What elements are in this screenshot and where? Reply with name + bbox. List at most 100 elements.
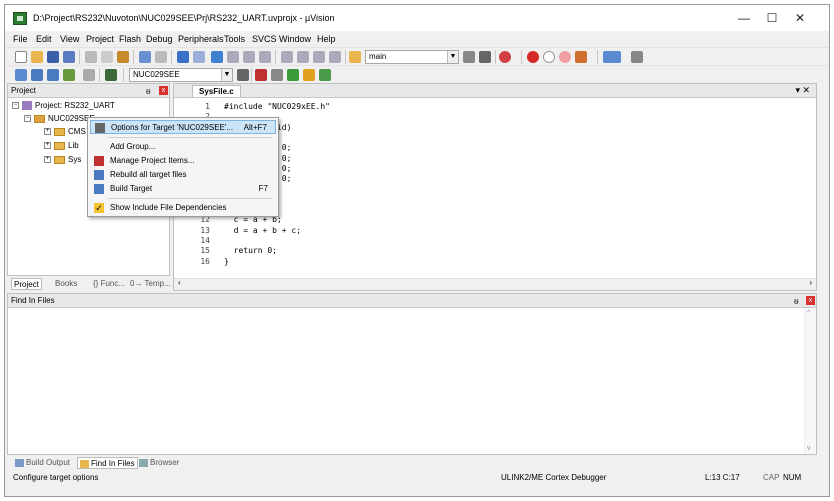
project-root[interactable]: − Project: RS232_UART (12, 100, 115, 112)
save-icon[interactable] (47, 51, 59, 63)
undo-icon[interactable] (139, 51, 151, 63)
menu-add-group[interactable]: Add Group... (90, 140, 276, 154)
function-combo[interactable]: main ▼ (365, 50, 459, 64)
debug-session-icon[interactable] (499, 51, 511, 63)
close-icon[interactable]: x (806, 296, 815, 305)
pin-icon[interactable]: ᵿ (794, 295, 799, 308)
menu-manage-project-items[interactable]: Manage Project Items... (90, 154, 276, 168)
paste-icon[interactable] (117, 51, 129, 63)
menu-rebuild-all[interactable]: Rebuild all target files (90, 168, 276, 182)
batch-build-icon[interactable] (63, 69, 75, 81)
find-vertical-scrollbar[interactable]: ^ v (804, 308, 816, 454)
find-in-files-icon[interactable] (349, 51, 361, 63)
tab-templates[interactable]: 0→ Temp... (130, 278, 171, 290)
menu-file[interactable]: File (13, 34, 28, 44)
window-title: D:\Project\RS232\Nuvoton\NUC029SEE\Prj\R… (33, 13, 335, 23)
menu-help[interactable]: Help (317, 34, 336, 44)
menu-flash[interactable]: Flash (119, 34, 141, 44)
target-icon (34, 114, 45, 123)
copy-icon[interactable] (101, 51, 113, 63)
close-icon[interactable]: x (159, 86, 168, 95)
group-node-lib[interactable]: + Lib (44, 140, 79, 152)
pin-icon[interactable]: ᵿ (146, 85, 151, 98)
status-bar: Configure target options ULINK2/ME Corte… (5, 471, 829, 485)
bookmark-icon[interactable] (211, 51, 223, 63)
file-extensions-icon[interactable] (271, 69, 283, 81)
minimize-button[interactable]: — (729, 9, 759, 27)
translate-icon[interactable] (15, 69, 27, 81)
select-packs-icon[interactable] (303, 69, 315, 81)
menu-view[interactable]: View (60, 34, 79, 44)
collapse-icon[interactable]: − (12, 102, 19, 110)
maximize-button[interactable]: ☐ (757, 9, 787, 27)
menu-svcs[interactable]: SVCS (252, 34, 277, 44)
tab-find-in-files[interactable]: Find In Files (77, 457, 138, 469)
menu-peripherals[interactable]: Peripherals (178, 34, 224, 44)
menu-project[interactable]: Project (86, 34, 114, 44)
build-icon[interactable] (31, 69, 43, 81)
stop-build-icon[interactable] (83, 69, 95, 81)
menu-options-for-target[interactable]: Options for Target 'NUC029SEE'... Alt+F7 (90, 120, 276, 134)
menu-tools[interactable]: Tools (224, 34, 245, 44)
clear-bookmarks-icon[interactable] (259, 51, 271, 63)
expand-icon[interactable]: + (44, 128, 51, 136)
chevron-down-icon[interactable]: ▼ (447, 51, 458, 63)
expand-icon[interactable]: + (44, 142, 51, 150)
cut-icon[interactable] (85, 51, 97, 63)
collapse-icon[interactable]: − (24, 115, 31, 123)
target-select[interactable]: NUC029SEE ▼ (129, 68, 233, 82)
configure-icon[interactable] (631, 51, 643, 63)
scroll-right-icon[interactable]: › (809, 278, 812, 287)
manage-project-icon[interactable] (255, 69, 267, 81)
incremental-find-icon[interactable] (479, 51, 491, 63)
uncomment-icon[interactable] (329, 51, 341, 63)
find-icon[interactable] (463, 51, 475, 63)
chevron-down-icon[interactable]: ▼ (221, 69, 232, 81)
enable-breakpoint-icon[interactable] (543, 51, 555, 63)
editor-close-icon[interactable]: ▾ ✕ (795, 85, 810, 96)
target-options-icon[interactable] (237, 69, 249, 81)
tab-sysfile[interactable]: SysFile.c (192, 85, 241, 97)
close-window-button[interactable]: ✕ (785, 9, 815, 27)
insert-breakpoint-icon[interactable] (527, 51, 539, 63)
window-layout-icon[interactable] (603, 51, 621, 63)
status-debugger: ULINK2/ME Cortex Debugger (501, 473, 607, 482)
tab-build-output[interactable]: Build Output (15, 457, 70, 469)
prev-bookmark-icon[interactable] (227, 51, 239, 63)
scroll-down-icon[interactable]: v (807, 445, 811, 452)
comment-icon[interactable] (313, 51, 325, 63)
scroll-up-icon[interactable]: ^ (807, 310, 810, 317)
tab-project[interactable]: Project (11, 278, 42, 290)
pack-installer-icon[interactable] (287, 69, 299, 81)
menu-debug[interactable]: Debug (146, 34, 173, 44)
tab-books[interactable]: Books (55, 278, 77, 290)
manage-rte-icon[interactable] (319, 69, 331, 81)
indent-icon[interactable] (281, 51, 293, 63)
menu-build-target[interactable]: Build Target F7 (90, 182, 276, 196)
navigate-back-icon[interactable] (177, 51, 189, 63)
next-bookmark-icon[interactable] (243, 51, 255, 63)
group-node-sys[interactable]: + Sys (44, 154, 81, 166)
scroll-left-icon[interactable]: ‹ (178, 278, 181, 287)
download-icon[interactable] (105, 69, 117, 81)
tab-browser[interactable]: Browser (139, 457, 179, 469)
new-file-icon[interactable] (15, 51, 27, 63)
tab-functions[interactable]: {} Func... (93, 278, 125, 290)
menu-window[interactable]: Window (279, 34, 311, 44)
expand-icon[interactable]: + (44, 156, 51, 164)
editor-horizontal-scrollbar[interactable]: ‹ › (174, 278, 816, 290)
redo-icon[interactable] (155, 51, 167, 63)
target-node[interactable]: − NUC029SEE (24, 113, 95, 125)
group-node-cms[interactable]: + CMS (44, 126, 86, 138)
line-number: 15 (200, 246, 210, 256)
menu-show-include-deps[interactable]: ✓ Show Include File Dependencies (90, 201, 276, 215)
rebuild-icon[interactable] (47, 69, 59, 81)
menu-edit[interactable]: Edit (36, 34, 52, 44)
disable-breakpoints-icon[interactable] (559, 51, 571, 63)
navigate-forward-icon[interactable] (193, 51, 205, 63)
kill-breakpoints-icon[interactable] (575, 51, 587, 63)
options-icon (95, 123, 105, 133)
save-all-icon[interactable] (63, 51, 75, 63)
unindent-icon[interactable] (297, 51, 309, 63)
open-file-icon[interactable] (31, 51, 43, 63)
